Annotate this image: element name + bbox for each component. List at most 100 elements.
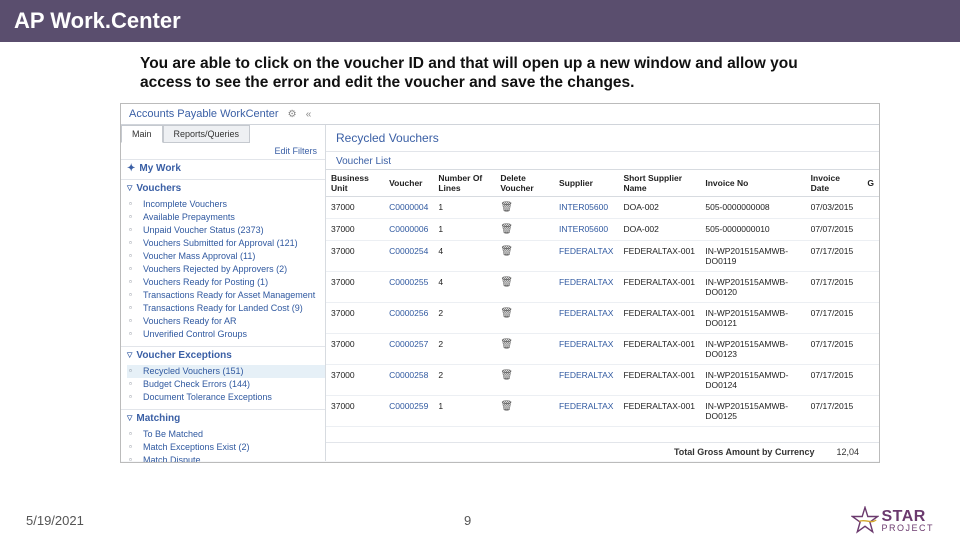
- cell-bu: 37000: [326, 395, 384, 426]
- chevron-down-icon: ▽: [127, 351, 132, 359]
- sidebar-item[interactable]: ▫Match Dispute: [127, 454, 325, 463]
- col-gross[interactable]: G: [862, 169, 879, 196]
- star-icon: [851, 506, 879, 534]
- col-delete[interactable]: Delete Voucher: [495, 169, 554, 196]
- trash-icon[interactable]: 🗑: [500, 202, 513, 213]
- tab-main[interactable]: Main: [121, 125, 163, 143]
- cell-invdt: 07/17/2015: [806, 395, 863, 426]
- voucher-id-link[interactable]: C0000256: [384, 302, 433, 333]
- cell-short: DOA-002: [618, 196, 700, 218]
- col-lines[interactable]: Number Of Lines: [433, 169, 495, 196]
- cell-invdt: 07/17/2015: [806, 240, 863, 271]
- supplier-link[interactable]: FEDERALTAX: [554, 271, 618, 302]
- doc-icon: ▫: [129, 238, 139, 247]
- cell-bu: 37000: [326, 364, 384, 395]
- sidebar-item-label: Recycled Vouchers (151): [143, 366, 244, 376]
- group-matching[interactable]: ▽ Matching: [121, 409, 325, 427]
- supplier-link[interactable]: FEDERALTAX: [554, 395, 618, 426]
- cell-lines: 1: [433, 395, 495, 426]
- supplier-link[interactable]: FEDERALTAX: [554, 364, 618, 395]
- voucher-id-link[interactable]: C0000259: [384, 395, 433, 426]
- trash-icon[interactable]: 🗑: [500, 246, 513, 257]
- sidebar-item[interactable]: ▫Incomplete Vouchers: [127, 198, 325, 211]
- cell-short: FEDERALTAX-001: [618, 364, 700, 395]
- voucher-table: Business Unit Voucher Number Of Lines De…: [326, 169, 879, 427]
- panel-title: Recycled Vouchers: [326, 125, 879, 147]
- cell-delete: 🗑: [495, 364, 554, 395]
- table-row: 37000C00000041🗑INTER05600DOA-002505-0000…: [326, 196, 879, 218]
- sidebar-item[interactable]: ▫Vouchers Ready for Posting (1): [127, 276, 325, 289]
- supplier-link[interactable]: INTER05600: [554, 196, 618, 218]
- col-voucher[interactable]: Voucher: [384, 169, 433, 196]
- cell-invno: IN-WP201515AMWB-DO0125: [700, 395, 805, 426]
- sidebar-item[interactable]: ▫Transactions Ready for Landed Cost (9): [127, 302, 325, 315]
- supplier-link[interactable]: INTER05600: [554, 218, 618, 240]
- sidebar-item-label: Vouchers Rejected by Approvers (2): [143, 264, 287, 274]
- sidebar-item-label: Vouchers Submitted for Approval (121): [143, 238, 298, 248]
- trash-icon[interactable]: 🗑: [500, 339, 513, 350]
- table-row: 37000C00002562🗑FEDERALTAXFEDERALTAX-001I…: [326, 302, 879, 333]
- cell-delete: 🗑: [495, 240, 554, 271]
- sidebar-item[interactable]: ▫Recycled Vouchers (151): [127, 365, 325, 378]
- sidebar-item-label: Vouchers Ready for Posting (1): [143, 277, 268, 287]
- cell-short: DOA-002: [618, 218, 700, 240]
- doc-icon: ▫: [129, 442, 139, 451]
- supplier-link[interactable]: FEDERALTAX: [554, 302, 618, 333]
- col-invno[interactable]: Invoice No: [700, 169, 805, 196]
- voucher-id-link[interactable]: C0000006: [384, 218, 433, 240]
- sidebar-item[interactable]: ▫Available Prepayments: [127, 211, 325, 224]
- edit-filters-link[interactable]: Edit Filters: [121, 143, 325, 160]
- voucher-id-link[interactable]: C0000255: [384, 271, 433, 302]
- sidebar-item-label: Vouchers Ready for AR: [143, 316, 237, 326]
- col-short[interactable]: Short Supplier Name: [618, 169, 700, 196]
- sidebar-item[interactable]: ▫Transactions Ready for Asset Management: [127, 289, 325, 302]
- trash-icon[interactable]: 🗑: [500, 277, 513, 288]
- doc-icon: ▫: [129, 392, 139, 401]
- voucher-id-link[interactable]: C0000254: [384, 240, 433, 271]
- col-bu[interactable]: Business Unit: [326, 169, 384, 196]
- cell-invdt: 07/03/2015: [806, 196, 863, 218]
- sidebar-item[interactable]: ▫ Vouchers Submitted for Approval (121): [127, 237, 325, 250]
- supplier-link[interactable]: FEDERALTAX: [554, 333, 618, 364]
- group-exceptions[interactable]: ▽ Voucher Exceptions: [121, 346, 325, 364]
- trash-icon[interactable]: 🗑: [500, 224, 513, 235]
- group-vouchers[interactable]: ▽ Vouchers: [121, 179, 325, 197]
- table-row: 37000C00002591🗑FEDERALTAXFEDERALTAX-001I…: [326, 395, 879, 426]
- mywork-header[interactable]: ✦ My Work: [121, 160, 325, 177]
- sidebar-item[interactable]: ▫Match Exceptions Exist (2): [127, 441, 325, 454]
- collapse-icon[interactable]: «: [306, 109, 312, 120]
- voucher-id-link[interactable]: C0000258: [384, 364, 433, 395]
- col-invdt[interactable]: Invoice Date: [806, 169, 863, 196]
- cell-lines: 1: [433, 218, 495, 240]
- voucher-id-link[interactable]: C0000257: [384, 333, 433, 364]
- voucher-id-link[interactable]: C0000004: [384, 196, 433, 218]
- tab-reports[interactable]: Reports/Queries: [163, 125, 251, 143]
- trash-icon[interactable]: 🗑: [500, 401, 513, 412]
- col-supplier[interactable]: Supplier: [554, 169, 618, 196]
- sidebar-item[interactable]: ▫Budget Check Errors (144): [127, 378, 325, 391]
- cell-gross: [862, 218, 879, 240]
- sidebar-item[interactable]: ▫ Document Tolerance Exceptions: [127, 391, 325, 404]
- doc-icon: ▫: [129, 225, 139, 234]
- trash-icon[interactable]: 🗑: [500, 370, 513, 381]
- sidebar-item-label: Incomplete Vouchers: [143, 199, 227, 209]
- supplier-link[interactable]: FEDERALTAX: [554, 240, 618, 271]
- cell-invdt: 07/17/2015: [806, 302, 863, 333]
- sidebar-item[interactable]: ▫To Be Matched: [127, 428, 325, 441]
- brand-text: STAR: [881, 508, 925, 525]
- slide-page: 9: [464, 513, 471, 528]
- cell-delete: 🗑: [495, 218, 554, 240]
- sidebar-item-label: To Be Matched: [143, 429, 203, 439]
- sidebar-item-label: Document Tolerance Exceptions: [143, 392, 272, 402]
- cell-invno: 505-0000000010: [700, 218, 805, 240]
- sidebar-item-label: Match Dispute: [143, 455, 201, 463]
- sidebar-item[interactable]: ▫Unverified Control Groups: [127, 328, 325, 341]
- cell-delete: 🗑: [495, 196, 554, 218]
- trash-icon[interactable]: 🗑: [500, 308, 513, 319]
- sidebar-item[interactable]: ▫Unpaid Voucher Status (2373): [127, 224, 325, 237]
- sidebar-item[interactable]: ▫Vouchers Rejected by Approvers (2): [127, 263, 325, 276]
- sidebar-item[interactable]: ▫Vouchers Ready for AR: [127, 315, 325, 328]
- sidebar-item[interactable]: ▫Voucher Mass Approval (11): [127, 250, 325, 263]
- gear-icon[interactable]: ⚙: [288, 109, 297, 120]
- cell-invno: IN-WP201515AMWB-DO0121: [700, 302, 805, 333]
